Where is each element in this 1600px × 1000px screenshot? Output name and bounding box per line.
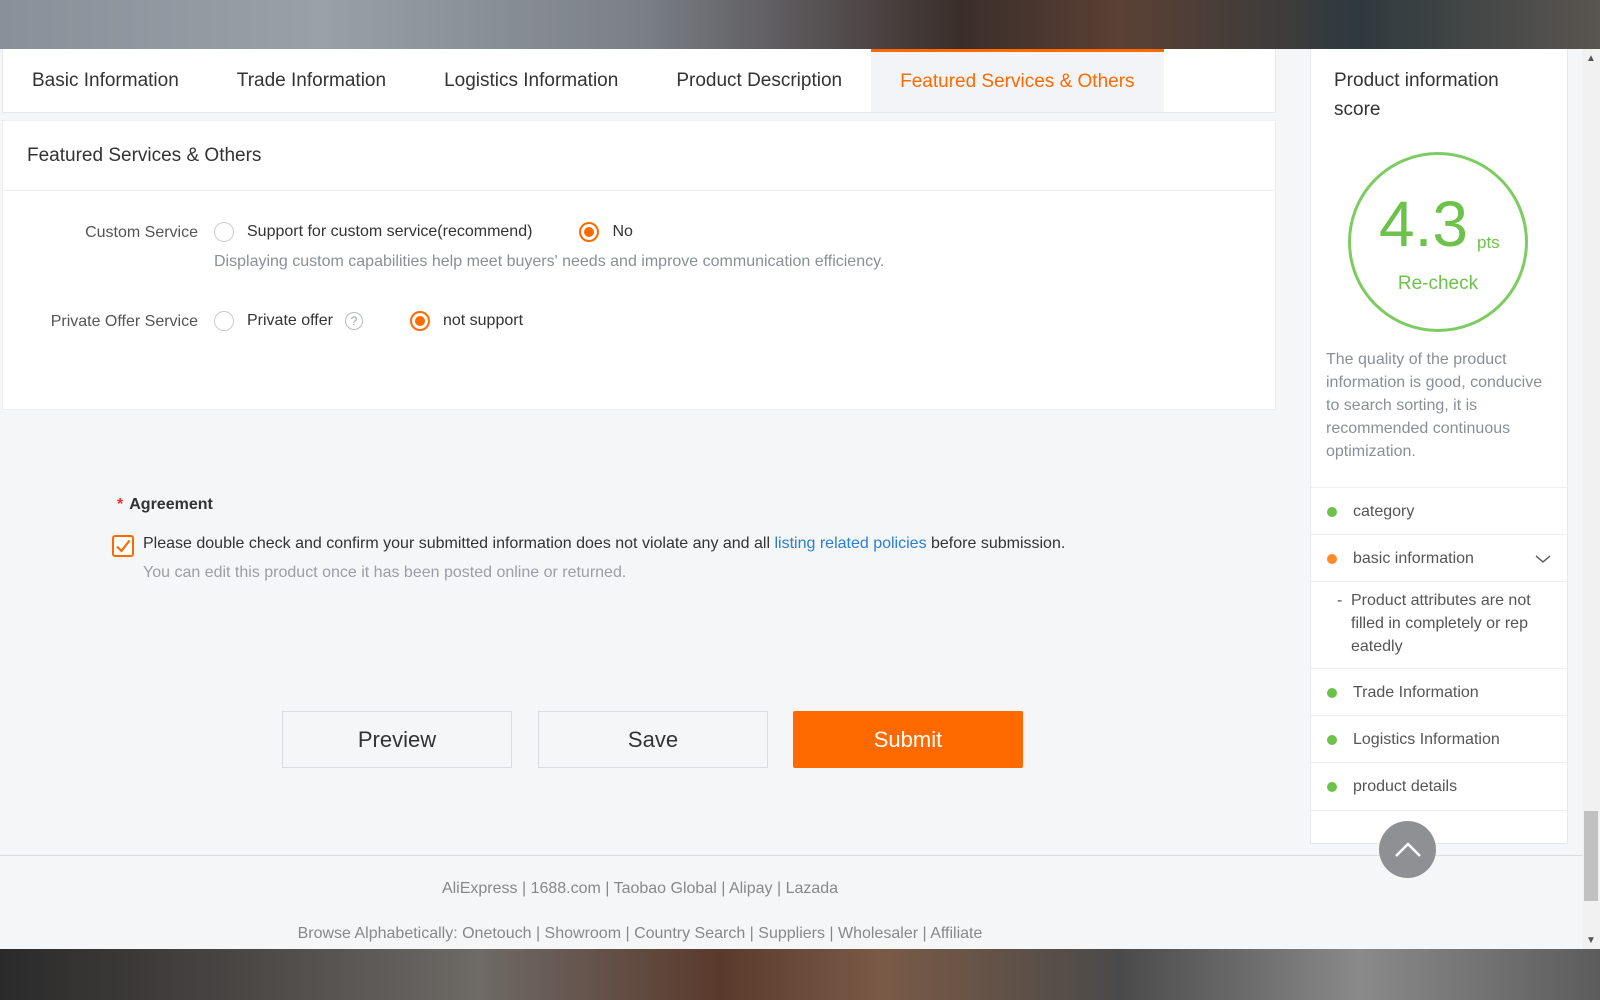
score-description: The quality of the product information i… bbox=[1326, 351, 1543, 460]
score-unit: pts bbox=[1477, 233, 1500, 252]
custom-service-no-radio[interactable]: No bbox=[579, 222, 633, 242]
scroll-down-arrow[interactable]: ▼ bbox=[1582, 931, 1600, 949]
issue-text: Product attributes are not filled in com… bbox=[1351, 592, 1531, 655]
preview-button[interactable]: Preview bbox=[282, 711, 512, 768]
agreement-title: * Agreement bbox=[117, 496, 213, 514]
private-offer-label: Private Offer Service bbox=[50, 313, 198, 330]
score-item-label: Trade Information bbox=[1353, 683, 1479, 701]
page-footer: AliExpress | 1688.com | Taobao Global | … bbox=[0, 855, 1582, 949]
radio-circle-selected bbox=[579, 222, 600, 242]
footer-browse-links[interactable]: Browse Alphabetically: Onetouch | Showro… bbox=[0, 925, 1280, 943]
help-icon[interactable]: ? bbox=[344, 312, 363, 330]
status-dot bbox=[1327, 506, 1337, 517]
score-panel: Product information score 4.3 pts Re-che… bbox=[1310, 49, 1568, 844]
back-to-top-button[interactable] bbox=[1379, 821, 1436, 878]
submit-button[interactable]: Submit bbox=[793, 711, 1023, 768]
score-item-label: Logistics Information bbox=[1353, 730, 1500, 748]
custom-service-options: Support for custom service(recommend) No bbox=[214, 222, 633, 242]
radio-circle bbox=[214, 311, 234, 331]
private-offer-yes-radio[interactable]: Private offer ? bbox=[214, 311, 363, 331]
radio-label: Private offer bbox=[247, 312, 333, 329]
agreement-note: You can edit this product once it has be… bbox=[143, 564, 627, 581]
score-item-product-details[interactable]: product details bbox=[1311, 762, 1567, 811]
score-item-basic-information[interactable]: basic information bbox=[1311, 534, 1567, 582]
radio-label: Support for custom service(recommend) bbox=[247, 223, 533, 240]
score-item-label: basic information bbox=[1353, 549, 1474, 567]
private-offer-options: Private offer ? not support bbox=[214, 311, 523, 331]
status-dot bbox=[1327, 687, 1337, 698]
score-ring: 4.3 pts Re-check bbox=[1348, 152, 1528, 332]
custom-service-label: Custom Service bbox=[85, 224, 198, 241]
tab-basic-information[interactable]: Basic Information bbox=[3, 49, 208, 112]
background-photo-bottom bbox=[0, 949, 1600, 1000]
tab-product-description[interactable]: Product Description bbox=[647, 49, 871, 112]
score-item-label: product details bbox=[1353, 777, 1458, 795]
featured-services-card: Featured Services & Others Custom Servic… bbox=[2, 120, 1276, 410]
basic-information-issue: - Product attributes are not filled in c… bbox=[1311, 581, 1567, 669]
status-dot bbox=[1327, 734, 1337, 745]
status-dot bbox=[1327, 781, 1337, 792]
score-value: 4.3 bbox=[1379, 188, 1468, 260]
chevron-up-icon bbox=[1394, 841, 1421, 857]
footer-partner-links[interactable]: AliExpress | 1688.com | Taobao Global | … bbox=[0, 880, 1280, 898]
recheck-button[interactable]: Re-check bbox=[1351, 273, 1525, 295]
score-item-label: category bbox=[1353, 502, 1415, 520]
radio-label: not support bbox=[442, 312, 524, 329]
custom-service-yes-radio[interactable]: Support for custom service(recommend) bbox=[214, 222, 532, 242]
score-panel-title: Product information score bbox=[1334, 70, 1499, 120]
required-mark: * bbox=[117, 496, 124, 513]
scrollbar-thumb[interactable] bbox=[1584, 811, 1598, 901]
agreement-title-text: Agreement bbox=[129, 496, 213, 513]
product-edit-page: Basic Information Trade Information Logi… bbox=[0, 49, 1600, 949]
background-photo-top bbox=[0, 0, 1600, 49]
radio-label: No bbox=[612, 223, 633, 240]
check-icon bbox=[116, 539, 131, 553]
tab-logistics-information[interactable]: Logistics Information bbox=[415, 49, 647, 112]
agreement-text-before: Please double check and confirm your sub… bbox=[143, 535, 775, 552]
score-item-trade-information[interactable]: Trade Information bbox=[1311, 668, 1567, 716]
listing-policies-link[interactable]: listing related policies bbox=[774, 535, 926, 552]
vertical-scrollbar[interactable]: ▲ ▼ bbox=[1582, 49, 1600, 949]
radio-circle-selected bbox=[409, 311, 430, 331]
section-title: Featured Services & Others bbox=[3, 121, 1275, 191]
section-tabs: Basic Information Trade Information Logi… bbox=[2, 49, 1276, 113]
scroll-up-arrow[interactable]: ▲ bbox=[1582, 49, 1600, 67]
radio-circle bbox=[214, 222, 234, 242]
agreement-checkbox[interactable] bbox=[112, 535, 134, 557]
status-dot bbox=[1327, 553, 1337, 564]
score-item-logistics-information[interactable]: Logistics Information bbox=[1311, 715, 1567, 763]
list-dash: - bbox=[1337, 592, 1343, 609]
save-button[interactable]: Save bbox=[538, 711, 768, 768]
agreement-text-after: before submission. bbox=[926, 535, 1066, 552]
private-offer-no-radio[interactable]: not support bbox=[409, 311, 524, 331]
custom-service-hint: Displaying custom capabilities help meet… bbox=[214, 253, 885, 270]
chevron-down-icon[interactable] bbox=[1533, 549, 1553, 569]
agreement-text: Please double check and confirm your sub… bbox=[143, 535, 1065, 553]
tab-trade-information[interactable]: Trade Information bbox=[208, 49, 415, 112]
tab-featured-services[interactable]: Featured Services & Others bbox=[871, 49, 1164, 112]
score-item-category[interactable]: category bbox=[1311, 487, 1567, 535]
